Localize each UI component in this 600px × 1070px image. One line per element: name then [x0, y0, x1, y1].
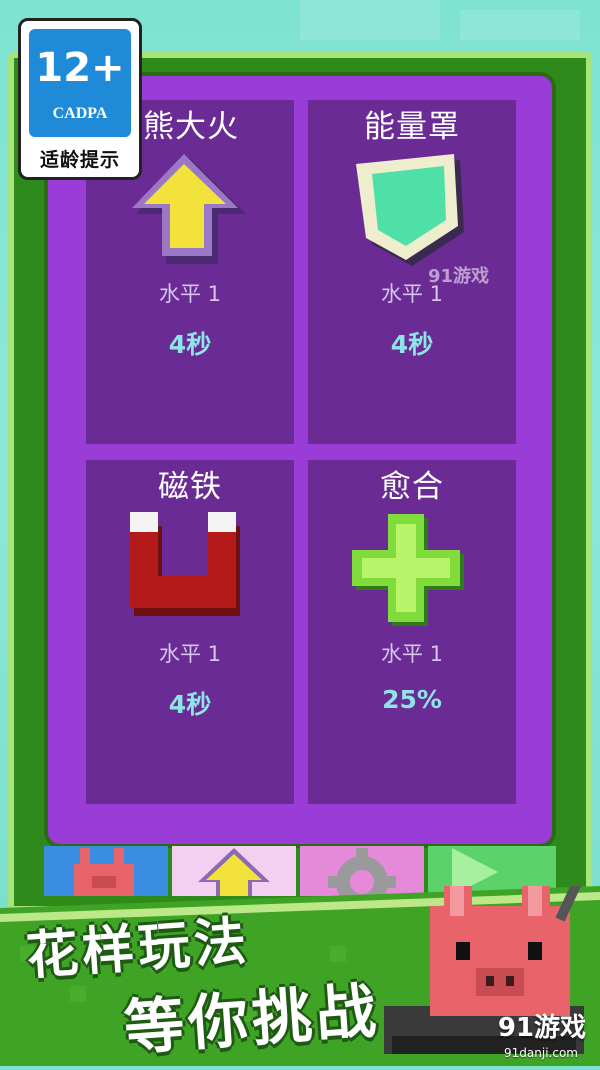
card-title: 愈合: [380, 469, 444, 505]
powerup-grid: 熊熊大火 水平 1 4秒 能量罩 水平 1 4秒 磁铁 水平 1 4秒 愈合 水…: [48, 76, 552, 844]
sky-block: [300, 0, 440, 40]
age-rating-panel: 12+ CADPA: [29, 29, 131, 137]
age-hint: 适龄提示: [39, 149, 120, 171]
card-level: 水平 1: [158, 282, 222, 306]
card-level: 水平 1: [158, 642, 222, 666]
promo-subheadline: 等你挑战: [121, 976, 383, 1064]
card-title: 能量罩: [364, 109, 460, 145]
brand-url: 91danji.com: [504, 1046, 578, 1060]
card-duration: 4秒: [390, 330, 434, 359]
magnet-icon: [126, 512, 254, 632]
shield-icon: [348, 152, 476, 272]
age-rating: 12+: [35, 45, 125, 91]
powerup-card-heal[interactable]: 愈合 水平 1 25%: [308, 460, 516, 804]
watermark: 91游戏: [428, 266, 490, 287]
powerup-panel: 熊熊大火 水平 1 4秒 能量罩 水平 1 4秒 磁铁 水平 1 4秒 愈合 水…: [44, 72, 556, 848]
up-arrow-icon: [126, 152, 254, 272]
card-duration: 4秒: [168, 330, 212, 359]
age-rating-badge: 12+ CADPA 适龄提示: [18, 18, 142, 180]
card-duration: 4秒: [168, 690, 212, 719]
heal-cross-icon: [348, 512, 476, 632]
card-level: 水平 1: [380, 642, 444, 666]
powerup-card-magnet[interactable]: 磁铁 水平 1 4秒: [86, 460, 294, 804]
card-heal-percent: 25%: [382, 685, 442, 714]
sky-block: [460, 10, 580, 40]
rating-org: CADPA: [52, 105, 108, 122]
brand-logo: 91游戏: [497, 1013, 586, 1043]
card-title: 磁铁: [158, 469, 222, 505]
